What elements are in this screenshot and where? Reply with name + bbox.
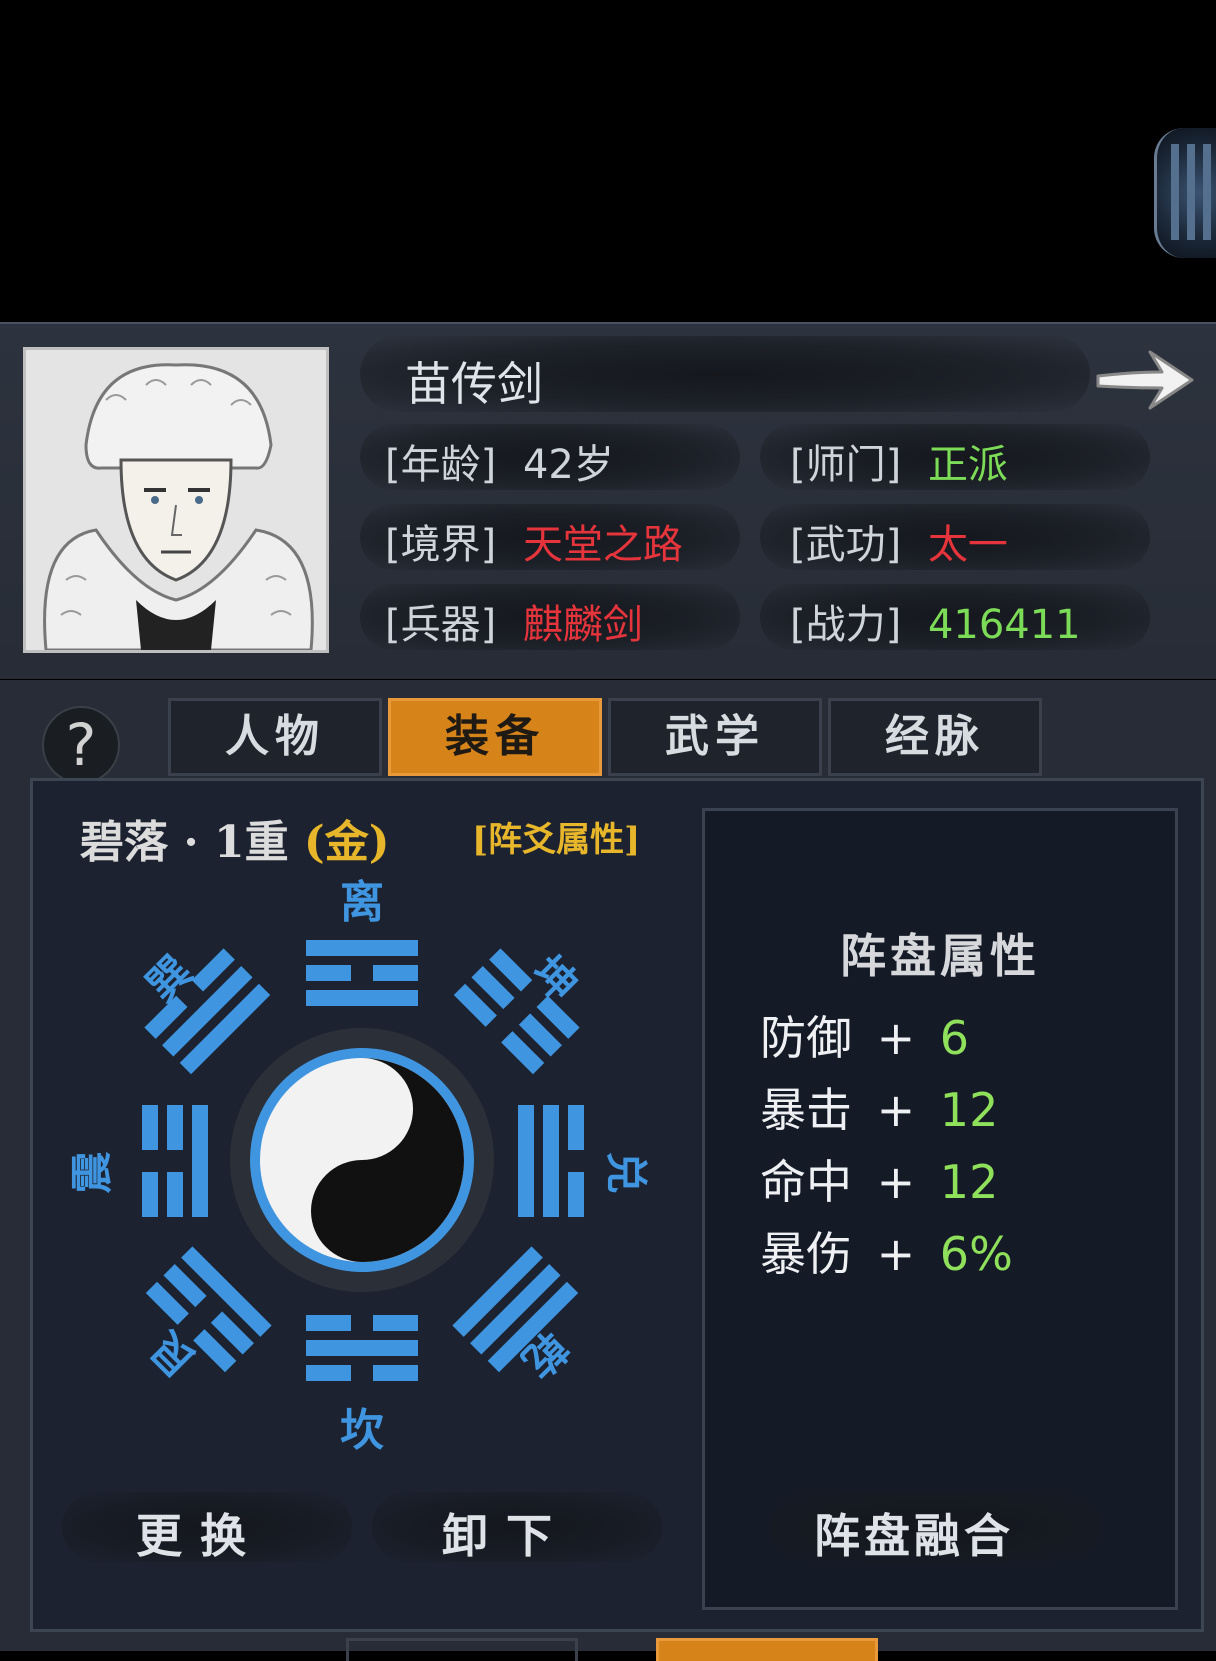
realm-label: [境界] bbox=[385, 522, 497, 568]
bottom-tab-hint-active bbox=[656, 1638, 878, 1661]
trigram-li bbox=[306, 940, 418, 1006]
stat-row-crit-damage: 暴伤 + 6% bbox=[760, 1218, 1013, 1284]
realm-field: [境界] 天堂之路 bbox=[385, 512, 683, 570]
stat-name: 防御 bbox=[760, 1011, 852, 1065]
skill-label: [武功] bbox=[790, 522, 902, 568]
sect-value: 正派 bbox=[927, 442, 1008, 488]
stat-value: 12 bbox=[939, 1083, 999, 1137]
tab-character[interactable]: 人物 bbox=[168, 698, 382, 776]
skill-value: 太一 bbox=[927, 522, 1008, 568]
avatar bbox=[23, 347, 329, 653]
character-name: 苗传剑 bbox=[405, 357, 543, 411]
power-field: [战力] 416411 bbox=[790, 592, 1081, 650]
weapon-field: [兵器] 麒麟剑 bbox=[385, 592, 643, 650]
formation-fuse-button[interactable]: 阵盘融合 bbox=[814, 1500, 1014, 1566]
tab-equipment[interactable]: 装备 bbox=[388, 698, 602, 776]
trigram-label-dui: 兑 bbox=[601, 1151, 651, 1194]
stats-title: 阵盘属性 bbox=[840, 929, 1040, 983]
age-label: [年龄] bbox=[385, 442, 497, 488]
corner-scroll-icon[interactable] bbox=[1154, 128, 1216, 258]
unequip-button[interactable]: 卸下 bbox=[442, 1500, 570, 1566]
stat-plus: + bbox=[876, 1227, 916, 1281]
stat-value: 12 bbox=[939, 1155, 999, 1209]
stat-row-hit: 命中 + 12 bbox=[760, 1146, 998, 1212]
help-button[interactable]: ? bbox=[42, 706, 120, 784]
tab-meridians[interactable]: 经脉 bbox=[828, 698, 1042, 776]
next-arrow-icon[interactable] bbox=[1092, 342, 1202, 418]
stat-name: 命中 bbox=[760, 1155, 852, 1209]
skill-field: [武功] 太一 bbox=[790, 512, 1008, 570]
portrait-image bbox=[26, 350, 326, 652]
sect-field: [师门] 正派 bbox=[790, 432, 1008, 490]
realm-value: 天堂之路 bbox=[522, 522, 683, 568]
tab-martial-arts[interactable]: 武学 bbox=[608, 698, 822, 776]
stat-value: 6 bbox=[939, 1011, 970, 1065]
formation-attributes-link[interactable]: [阵爻属性] bbox=[472, 812, 640, 861]
stat-row-crit: 暴击 + 12 bbox=[760, 1074, 998, 1140]
power-label: [战力] bbox=[790, 602, 902, 648]
trigram-label-li: 离 bbox=[340, 877, 384, 928]
stat-row-defense: 防御 + 6 bbox=[760, 1002, 969, 1068]
power-value: 416411 bbox=[927, 602, 1081, 648]
age-value: 42岁 bbox=[522, 442, 614, 488]
trigram-zhen bbox=[142, 1105, 208, 1217]
trigram-dui bbox=[518, 1105, 584, 1217]
replace-button[interactable]: 更换 bbox=[136, 1500, 264, 1566]
trigram-label-kan: 坎 bbox=[340, 1405, 384, 1456]
weapon-value: 麒麟剑 bbox=[522, 602, 643, 648]
stat-plus: + bbox=[876, 1083, 916, 1137]
top-blank-area bbox=[0, 0, 1216, 322]
stat-value: 6% bbox=[939, 1227, 1013, 1281]
age-field: [年龄] 42岁 bbox=[385, 432, 614, 490]
stat-name: 暴击 bbox=[760, 1083, 852, 1137]
stat-plus: + bbox=[876, 1155, 916, 1209]
yin-yang-icon bbox=[230, 1028, 494, 1292]
weapon-label: [兵器] bbox=[385, 602, 497, 648]
stat-name: 暴伤 bbox=[760, 1227, 852, 1281]
bottom-strip bbox=[0, 1632, 1216, 1651]
bottom-tab-hint bbox=[346, 1638, 578, 1661]
trigram-label-zhen: 震 bbox=[67, 1151, 117, 1194]
stat-plus: + bbox=[876, 1011, 916, 1065]
trigram-kan bbox=[306, 1315, 418, 1381]
sect-label: [师门] bbox=[790, 442, 902, 488]
